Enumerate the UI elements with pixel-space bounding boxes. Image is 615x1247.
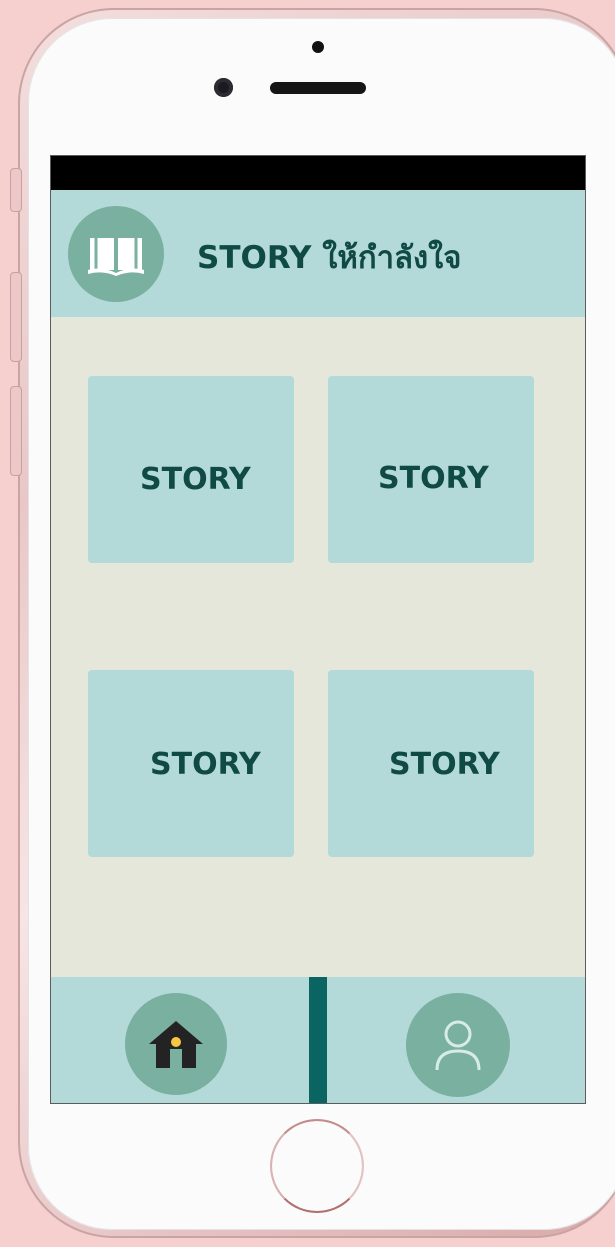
phone-sensor — [312, 41, 324, 53]
bottom-navigation — [51, 977, 585, 1103]
phone-volume-up-button — [10, 272, 22, 362]
story-card-label: STORY — [389, 747, 500, 782]
home-icon — [149, 1021, 203, 1068]
page: STORY ให้กำลังใจ STORY STORY STORY STORY — [0, 0, 615, 1247]
story-card-1[interactable]: STORY — [88, 376, 294, 563]
phone-home-button — [270, 1119, 364, 1213]
earpiece-speaker — [270, 82, 366, 94]
story-card-label: STORY — [150, 747, 261, 782]
phone-screen: STORY ให้กำลังใจ STORY STORY STORY STORY — [51, 156, 585, 1103]
story-card-label: STORY — [378, 461, 489, 496]
profile-button[interactable] — [406, 993, 510, 1097]
story-card-label: STORY — [140, 462, 251, 497]
phone-volume-down-button — [10, 386, 22, 476]
nav-divider — [309, 977, 327, 1103]
home-button[interactable] — [125, 993, 227, 1095]
front-camera — [214, 78, 233, 97]
user-icon — [435, 1020, 481, 1071]
phone-mute-switch — [10, 168, 22, 212]
status-bar — [51, 156, 585, 190]
story-card-4[interactable]: STORY — [328, 670, 534, 857]
app-header: STORY ให้กำลังใจ — [51, 190, 585, 317]
story-card-2[interactable]: STORY — [328, 376, 534, 563]
open-book-icon — [88, 238, 144, 276]
page-title: STORY ให้กำลังใจ — [197, 240, 462, 276]
story-card-3[interactable]: STORY — [88, 670, 294, 857]
app-logo — [68, 206, 164, 302]
